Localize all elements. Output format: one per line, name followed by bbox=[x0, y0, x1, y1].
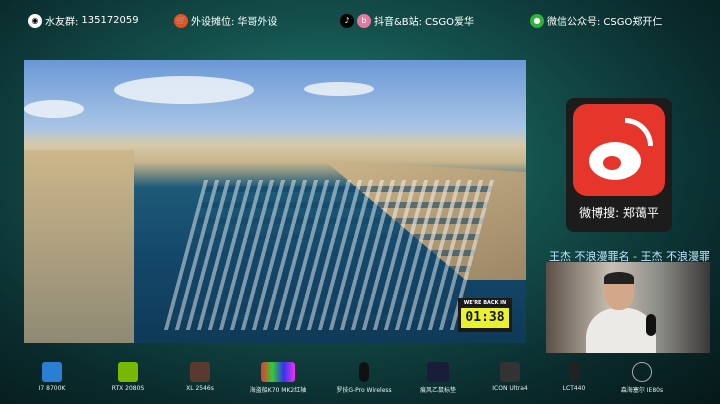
mouse-icon bbox=[359, 362, 369, 382]
microphone-icon bbox=[569, 362, 579, 382]
wechat-icon: ● bbox=[530, 13, 544, 28]
gear-mousepad: 痕风乙鼠标垫 bbox=[398, 362, 478, 394]
wechat-info: ● 微信公众号: CSGO郑开仁 bbox=[530, 13, 662, 28]
social-bar: ◉ 水友群: 135172059 🛒 外设摊位: 华哥外设 ♪ b 抖音&B站: CSGO爱华… bbox=[0, 10, 720, 32]
weibo-card: 微博搜: 郑蔼平 bbox=[566, 98, 672, 232]
nvidia-icon bbox=[118, 362, 138, 382]
intel-icon bbox=[42, 362, 62, 382]
qq-icon: ◉ bbox=[28, 13, 42, 28]
monitor-icon bbox=[190, 362, 210, 382]
webcam-feed bbox=[546, 262, 710, 353]
mousepad-icon bbox=[427, 362, 449, 382]
gear-gpu: RTX 2080S bbox=[88, 362, 168, 392]
shop-info: 🛒 外设摊位: 华哥外设 bbox=[174, 13, 277, 28]
keyboard-icon bbox=[261, 362, 295, 382]
douyin-bilibili: ♪ b 抖音&B站: CSGO爱华 bbox=[340, 13, 474, 28]
gear-earphones: 森海塞尔 IE80s bbox=[602, 362, 682, 394]
gear-cpu: I7 8700K bbox=[12, 362, 92, 392]
gear-keyboard: 海盗船K70 MK2红轴 bbox=[238, 362, 318, 394]
earphones-icon bbox=[632, 362, 652, 382]
bilibili-icon: b bbox=[357, 13, 371, 28]
qq-group: ◉ 水友群: 135172059 bbox=[28, 13, 139, 28]
soundcard-icon bbox=[500, 362, 520, 382]
video-panel: WE'RE BACK IN 01:38 bbox=[24, 60, 526, 343]
gear-mouse: 罗技G-Pro Wireless bbox=[324, 362, 404, 394]
gear-bar: I7 8700K RTX 2080S XL 2546s 海盗船K70 MK2红轴… bbox=[0, 362, 720, 402]
timer-value: 01:38 bbox=[461, 308, 509, 328]
countdown-timer: WE'RE BACK IN 01:38 bbox=[458, 298, 512, 332]
douyin-icon: ♪ bbox=[340, 13, 354, 28]
gear-monitor: XL 2546s bbox=[160, 362, 240, 392]
streamer bbox=[586, 272, 656, 353]
timer-label: WE'RE BACK IN bbox=[463, 300, 507, 306]
shop-icon: 🛒 bbox=[174, 13, 188, 28]
weibo-icon bbox=[573, 104, 665, 196]
weibo-search-label: 微博搜: 郑蔼平 bbox=[579, 206, 659, 220]
microphone-icon bbox=[646, 314, 656, 336]
